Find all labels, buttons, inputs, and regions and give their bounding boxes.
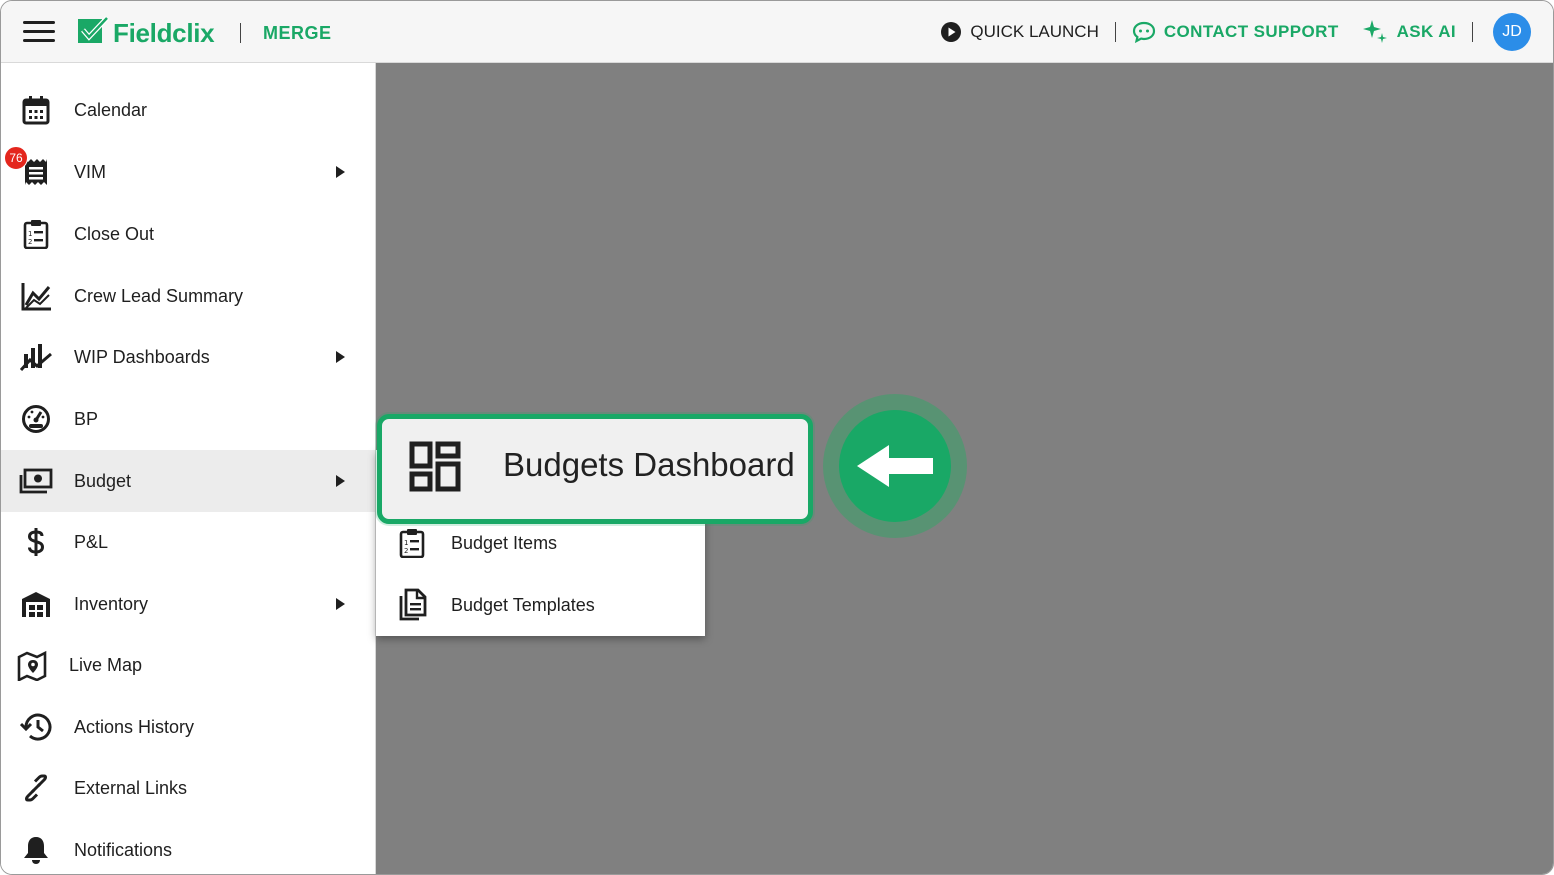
brand-name: Fieldclix — [113, 17, 215, 48]
brand-divider — [240, 23, 241, 43]
company-name[interactable]: MERGE — [263, 23, 332, 44]
quick-launch-label: QUICK LAUNCH — [970, 22, 1099, 41]
sidebar-item-label: Actions History — [74, 716, 195, 737]
chevron-right-icon — [336, 475, 345, 487]
sidebar-item-pnl[interactable]: P&L — [1, 511, 375, 573]
vim-count-badge: 76 — [4, 146, 28, 170]
map-icon — [15, 649, 49, 681]
app-window: Fieldclix MERGE QUICK LAUNCH CONTACT SUP… — [0, 0, 1554, 875]
clipboard-list-icon: 12 — [396, 527, 428, 559]
dashboard-icon — [408, 440, 462, 494]
sidebar-item-close-out[interactable]: 12 Close Out — [1, 203, 375, 265]
ask-ai-label: ASK AI — [1396, 22, 1456, 41]
checkmark-logo-icon — [77, 15, 109, 51]
sidebar-item-label: P&L — [74, 531, 109, 552]
chevron-right-icon — [336, 598, 345, 610]
sidebar-item-live-map[interactable]: Live Map — [1, 634, 375, 696]
link-icon — [19, 772, 53, 804]
sidebar-item-label: VIM — [74, 161, 107, 182]
svg-text:1: 1 — [404, 539, 408, 547]
sidebar-item-label: Close Out — [74, 223, 155, 244]
arrow-left-icon — [839, 410, 951, 522]
sidebar-item-label: WIP Dashboards — [74, 346, 210, 367]
hamburger-menu-icon[interactable] — [23, 21, 55, 43]
clipboard-list-icon: 12 — [19, 218, 53, 250]
sidebar-item-label: Notifications — [74, 839, 173, 860]
sidebar-item-crew-lead-summary[interactable]: Crew Lead Summary — [1, 265, 375, 327]
sidebar-item-label: External Links — [74, 777, 188, 798]
sidebar-item-bp[interactable]: BP — [1, 388, 375, 450]
sidebar-item-calendar[interactable]: Calendar — [1, 79, 375, 141]
chevron-right-icon — [336, 166, 345, 178]
sidebar-item-label: Crew Lead Summary — [74, 285, 244, 306]
contact-support-label: CONTACT SUPPORT — [1163, 22, 1339, 41]
documents-icon — [396, 588, 428, 621]
history-icon — [19, 711, 53, 743]
money-icon — [19, 465, 53, 497]
top-actions: QUICK LAUNCH CONTACT SUPPORT ASK AI JD — [940, 13, 1531, 51]
contact-support-button[interactable]: CONTACT SUPPORT — [1132, 21, 1339, 43]
sidebar-item-label: Budget — [74, 470, 132, 491]
separator — [1472, 22, 1473, 42]
sidebar-item-wip-dashboards[interactable]: WIP Dashboards — [1, 326, 375, 388]
user-avatar[interactable]: JD — [1493, 13, 1531, 51]
sidebar-item-label: Calendar — [74, 99, 148, 120]
sidebar-item-budget[interactable]: Budget — [1, 450, 375, 512]
support-chat-icon — [1132, 21, 1156, 43]
submenu-item-label: Budgets Dashboard — [503, 446, 795, 483]
separator — [1114, 22, 1116, 42]
submenu-item-label: Budget Templates — [451, 594, 595, 615]
dollar-icon — [19, 526, 53, 558]
brand-logo[interactable]: Fieldclix — [77, 15, 215, 51]
sidebar-item-vim[interactable]: VIM — [1, 141, 375, 203]
top-bar: Fieldclix MERGE QUICK LAUNCH CONTACT SUP… — [1, 1, 1553, 63]
submenu-item-label: Budget Items — [451, 532, 558, 553]
sidebar-item-inventory[interactable]: Inventory — [1, 573, 375, 635]
sidebar-item-label: Inventory — [74, 593, 149, 614]
sidebar: Calendar VIM 12 Close Out Crew Lead Summ… — [1, 63, 376, 874]
bar-chart-trend-icon — [19, 341, 53, 373]
svg-text:2: 2 — [404, 547, 408, 555]
sidebar-item-external-links[interactable]: External Links — [1, 757, 375, 819]
svg-text:2: 2 — [28, 238, 32, 246]
sidebar-item-label: Live Map — [69, 654, 143, 675]
calendar-icon — [19, 94, 53, 126]
line-chart-icon — [19, 280, 53, 312]
svg-text:1: 1 — [28, 230, 32, 238]
quick-launch-button[interactable]: QUICK LAUNCH — [940, 21, 1099, 43]
bell-icon — [19, 834, 53, 866]
sidebar-item-notifications[interactable]: Notifications — [1, 819, 375, 874]
chevron-right-icon — [336, 351, 345, 363]
ask-ai-button[interactable]: ASK AI — [1362, 19, 1456, 45]
warehouse-icon — [19, 588, 53, 620]
gauge-icon — [19, 403, 53, 435]
sidebar-item-label: BP — [74, 408, 99, 429]
submenu-item-budget-templates[interactable]: Budget Templates — [376, 574, 705, 636]
sidebar-item-actions-history[interactable]: Actions History — [1, 696, 375, 758]
sparkle-icon — [1362, 19, 1389, 45]
play-circle-icon — [940, 21, 962, 43]
submenu-item-budgets-dashboard[interactable]: Budgets Dashboard — [377, 414, 813, 524]
